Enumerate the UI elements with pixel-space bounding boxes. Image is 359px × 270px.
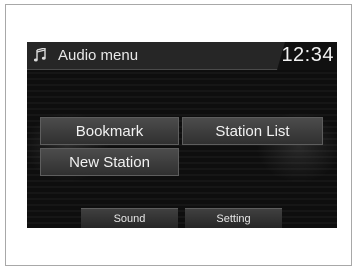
- sound-button[interactable]: Sound: [81, 208, 178, 228]
- clock-tab: 12:34: [277, 42, 337, 70]
- new-station-button[interactable]: New Station: [40, 148, 179, 176]
- header-bar: Audio menu 12:34: [27, 42, 337, 70]
- audio-menu-screen: Audio menu 12:34 Bookmark Station List N…: [27, 42, 337, 228]
- bookmark-button[interactable]: Bookmark: [40, 117, 179, 145]
- clock: 12:34: [281, 44, 334, 66]
- station-list-button[interactable]: Station List: [182, 117, 323, 145]
- page-title: Audio menu: [58, 47, 139, 64]
- setting-button[interactable]: Setting: [185, 208, 282, 228]
- music-note-icon: [33, 47, 46, 62]
